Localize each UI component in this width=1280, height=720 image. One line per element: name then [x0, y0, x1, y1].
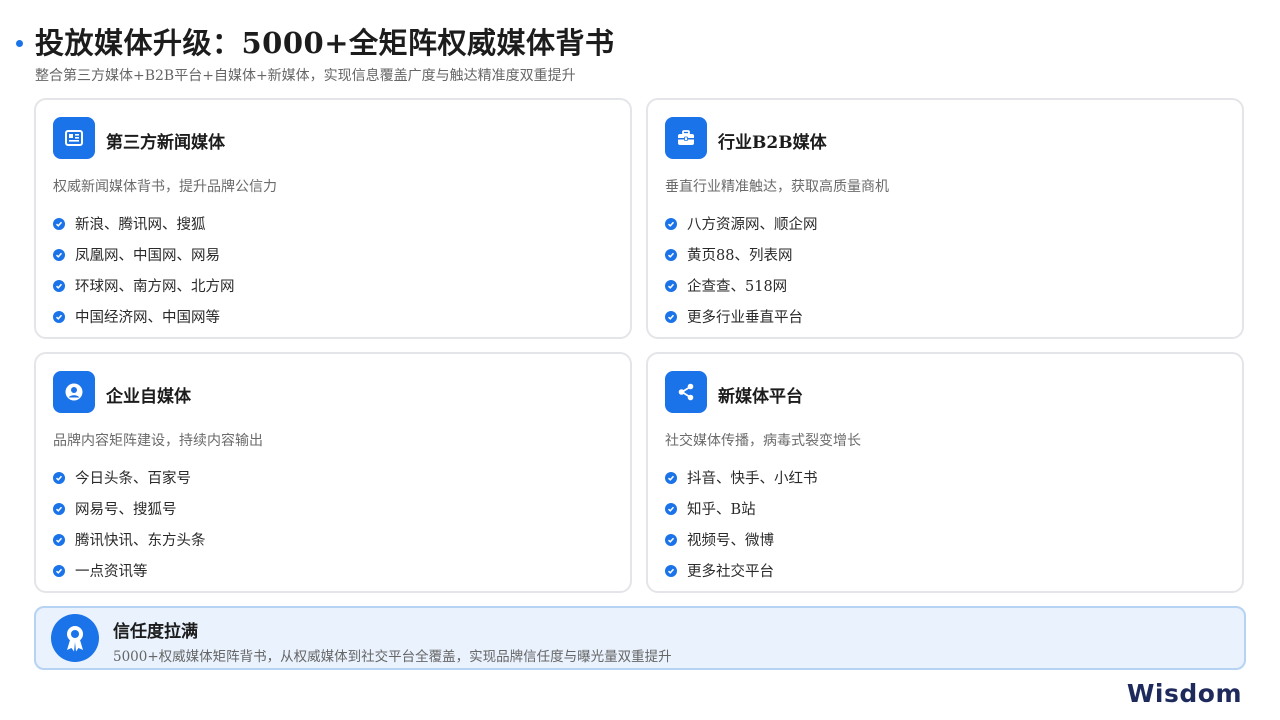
banner-title: 信任度拉满	[113, 622, 198, 642]
check-icon	[53, 310, 65, 323]
wisdom-logo: Wisdom	[1126, 679, 1242, 708]
check-icon	[665, 217, 677, 230]
newspaper-icon	[53, 117, 95, 159]
card-description: 社交媒体传播，病毒式裂变增长	[665, 433, 861, 449]
briefcase-icon	[665, 117, 707, 159]
check-icon	[53, 471, 65, 484]
check-icon	[53, 279, 65, 292]
trust-banner: 信任度拉满 5000+权威媒体矩阵背书，从权威媒体到社交平台全覆盖，实现品牌信任…	[34, 606, 1246, 670]
list-item-label: 抖音、快手、小红书	[687, 471, 818, 487]
card-title: 行业B2B媒体	[718, 133, 827, 153]
list-item: 抖音、快手、小红书	[665, 462, 818, 493]
check-icon	[53, 564, 65, 577]
list-item: 更多社交平台	[665, 555, 818, 586]
card-description: 垂直行业精准触达，获取高质量商机	[665, 179, 889, 195]
list-item-label: 中国经济网、中国网等	[75, 310, 220, 326]
page-subtitle: 整合第三方媒体+B2B平台+自媒体+新媒体，实现信息覆盖广度与触达精准度双重提升	[35, 68, 576, 84]
card-industry-b2b: 行业B2B媒体 垂直行业精准触达，获取高质量商机 八方资源网、顺企网 黄页88、…	[646, 98, 1244, 339]
list-item-label: 黄页88、列表网	[687, 248, 793, 264]
card-description: 权威新闻媒体背书，提升品牌公信力	[53, 179, 277, 195]
list-item-label: 新浪、腾讯网、搜狐	[75, 217, 206, 233]
list-item-label: 企查查、518网	[687, 279, 788, 295]
check-icon	[665, 471, 677, 484]
check-icon	[53, 248, 65, 261]
check-icon	[53, 502, 65, 515]
list-item-label: 八方资源网、顺企网	[687, 217, 818, 233]
check-icon	[53, 217, 65, 230]
list-item: 网易号、搜狐号	[53, 493, 206, 524]
check-icon	[665, 502, 677, 515]
list-item-label: 今日头条、百家号	[75, 471, 191, 487]
card-third-party-news: 第三方新闻媒体 权威新闻媒体背书，提升品牌公信力 新浪、腾讯网、搜狐 凤凰网、中…	[34, 98, 632, 339]
card-description: 品牌内容矩阵建设，持续内容输出	[53, 433, 263, 449]
check-icon	[53, 533, 65, 546]
list-item: 知乎、B站	[665, 493, 818, 524]
list-item-label: 腾讯快讯、东方头条	[75, 533, 206, 549]
card-title: 新媒体平台	[718, 387, 803, 407]
share-icon	[665, 371, 707, 413]
card-enterprise-self-media: 企业自媒体 品牌内容矩阵建设，持续内容输出 今日头条、百家号 网易号、搜狐号 腾…	[34, 352, 632, 593]
card-title: 企业自媒体	[106, 387, 191, 407]
page-header: 投放媒体升级：5000+全矩阵权威媒体背书	[16, 20, 615, 62]
card-new-media-platforms: 新媒体平台 社交媒体传播，病毒式裂变增长 抖音、快手、小红书 知乎、B站 视频号…	[646, 352, 1244, 593]
check-icon	[665, 310, 677, 323]
list-item: 腾讯快讯、东方头条	[53, 524, 206, 555]
check-icon	[665, 564, 677, 577]
list-item-label: 视频号、微博	[687, 533, 774, 549]
award-icon	[51, 614, 99, 662]
card-list: 今日头条、百家号 网易号、搜狐号 腾讯快讯、东方头条 一点资讯等	[53, 462, 206, 586]
list-item: 凤凰网、中国网、网易	[53, 239, 235, 270]
title-bullet	[16, 39, 23, 47]
list-item: 黄页88、列表网	[665, 239, 818, 270]
check-icon	[665, 279, 677, 292]
list-item-label: 知乎、B站	[687, 502, 756, 518]
check-icon	[665, 248, 677, 261]
list-item-label: 更多社交平台	[687, 564, 774, 580]
card-list: 抖音、快手、小红书 知乎、B站 视频号、微博 更多社交平台	[665, 462, 818, 586]
list-item: 环球网、南方网、北方网	[53, 270, 235, 301]
list-item: 中国经济网、中国网等	[53, 301, 235, 332]
list-item-label: 一点资讯等	[75, 564, 148, 580]
list-item: 新浪、腾讯网、搜狐	[53, 208, 235, 239]
list-item-label: 网易号、搜狐号	[75, 502, 177, 518]
list-item: 今日头条、百家号	[53, 462, 206, 493]
banner-text: 5000+权威媒体矩阵背书，从权威媒体到社交平台全覆盖，实现品牌信任度与曝光量双…	[113, 649, 672, 665]
list-item: 八方资源网、顺企网	[665, 208, 818, 239]
user-circle-icon	[53, 371, 95, 413]
list-item-label: 环球网、南方网、北方网	[75, 279, 235, 295]
page-title: 投放媒体升级：5000+全矩阵权威媒体背书	[35, 26, 615, 60]
list-item: 更多行业垂直平台	[665, 301, 818, 332]
list-item-label: 凤凰网、中国网、网易	[75, 248, 220, 264]
card-title: 第三方新闻媒体	[106, 133, 225, 153]
card-list: 八方资源网、顺企网 黄页88、列表网 企查查、518网 更多行业垂直平台	[665, 208, 818, 332]
check-icon	[665, 533, 677, 546]
list-item: 一点资讯等	[53, 555, 206, 586]
list-item: 视频号、微博	[665, 524, 818, 555]
card-list: 新浪、腾讯网、搜狐 凤凰网、中国网、网易 环球网、南方网、北方网 中国经济网、中…	[53, 208, 235, 332]
list-item: 企查查、518网	[665, 270, 818, 301]
list-item-label: 更多行业垂直平台	[687, 310, 803, 326]
